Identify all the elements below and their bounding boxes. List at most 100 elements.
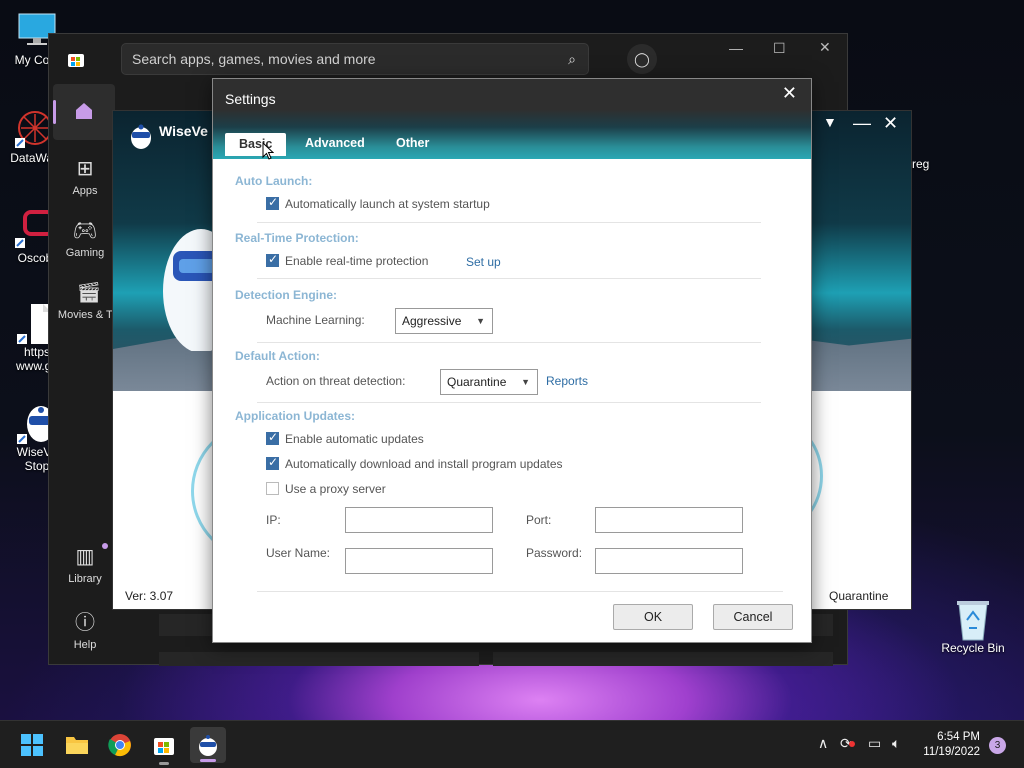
store-taskbar-button[interactable]	[146, 727, 182, 765]
recycle-bin-icon	[953, 598, 993, 641]
running-indicator	[159, 762, 169, 765]
store-search-input[interactable]: Search apps, games, movies and more ⌕	[121, 43, 589, 75]
clock-date: 11/19/2022	[923, 746, 980, 758]
quarantine-link[interactable]: Quarantine	[829, 589, 888, 603]
library-update-dot	[102, 543, 108, 549]
close-icon[interactable]: ✕	[782, 83, 797, 104]
tab-other[interactable]: Other	[396, 136, 429, 150]
wisevector-icon	[199, 735, 217, 756]
library-icon: ▥	[75, 546, 95, 568]
chevron-down-icon: ▼	[476, 316, 485, 326]
store-logo-icon	[67, 50, 85, 71]
chevron-up-icon[interactable]: ∧	[818, 735, 828, 752]
username-input[interactable]	[345, 548, 493, 574]
start-button[interactable]	[14, 727, 50, 763]
chevron-down-icon: ▼	[521, 377, 530, 387]
password-input[interactable]	[595, 548, 743, 574]
store-search-placeholder: Search apps, games, movies and more	[132, 51, 376, 67]
desktop: My Com DataWag Oscob https www.go WiseVe…	[0, 0, 1024, 720]
store-nav-gaming[interactable]: 🎮︎ Gaming	[49, 218, 121, 259]
checkbox-checked-icon[interactable]	[266, 252, 279, 267]
settings-title: Settings	[225, 91, 276, 107]
divider	[257, 591, 783, 592]
cancel-button[interactable]: Cancel	[713, 604, 793, 630]
menu-dropdown-icon[interactable]: ▼	[823, 114, 837, 130]
home-icon	[76, 103, 92, 119]
settings-dialog: Settings ✕ Basic Advanced Other Auto Lau…	[212, 78, 812, 643]
minimize-icon[interactable]: —	[853, 113, 871, 134]
desktop-icon-label: Recycle Bin	[941, 641, 1005, 655]
account-icon[interactable]: ◯	[627, 44, 657, 74]
divider	[257, 342, 761, 343]
section-realtime-protection: Real-Time Protection:	[235, 231, 359, 245]
divider	[257, 278, 761, 279]
ml-select[interactable]: Aggressive ▼	[395, 308, 493, 334]
version-label: Ver: 3.07	[125, 589, 174, 603]
help-icon: ⓘ	[75, 612, 95, 634]
desktop-icon-recycle-bin[interactable]: Recycle Bin	[938, 598, 1008, 655]
divider	[257, 402, 761, 403]
maximize-icon[interactable]: ☐	[773, 40, 786, 57]
section-default-action: Default Action:	[235, 349, 320, 363]
taskbar: ∧ ⟳ ▭ 🔈︎ 6:54 PM 11/19/2022 3	[0, 720, 1024, 768]
clock[interactable]: 6:54 PM 11/19/2022	[923, 730, 980, 760]
network-icon[interactable]: ▭	[868, 735, 881, 752]
port-label: Port:	[526, 513, 552, 527]
section-auto-launch: Auto Launch:	[235, 174, 313, 188]
ip-label: IP:	[266, 513, 281, 527]
search-icon[interactable]: ⌕	[568, 44, 576, 74]
section-application-updates: Application Updates:	[235, 409, 356, 423]
checkbox-checked-icon[interactable]	[266, 430, 279, 445]
store-icon	[154, 738, 174, 755]
wisevector-taskbar-button[interactable]	[190, 727, 226, 763]
close-icon[interactable]: ✕	[883, 113, 898, 134]
auto-update-checkbox[interactable]: Enable automatic updates	[266, 430, 424, 446]
checkbox-checked-icon[interactable]	[266, 195, 279, 210]
username-label: User Name:	[266, 546, 331, 560]
checkbox-unchecked-icon[interactable]	[266, 482, 279, 495]
wisevector-title: WiseVe	[159, 123, 208, 139]
notification-badge[interactable]: 3	[989, 737, 1006, 754]
apps-icon: ⊞	[76, 158, 94, 180]
ip-input[interactable]	[345, 507, 493, 533]
tab-advanced[interactable]: Advanced	[305, 136, 365, 150]
close-icon[interactable]: ✕	[819, 39, 831, 56]
chrome-button[interactable]	[102, 727, 138, 763]
settings-header	[213, 79, 811, 159]
desktop-icon-label-partial: reg	[912, 157, 930, 171]
checkbox-checked-icon[interactable]	[266, 455, 279, 470]
setup-link[interactable]: Set up	[466, 255, 501, 269]
chrome-icon	[108, 734, 131, 757]
store-nav-help[interactable]: ⓘ Help	[49, 606, 121, 651]
action-label: Action on threat detection:	[266, 374, 406, 388]
minimize-icon[interactable]: —	[729, 40, 743, 56]
file-explorer-button[interactable]	[58, 727, 94, 763]
divider	[257, 222, 761, 223]
active-indicator	[200, 759, 216, 762]
section-detection-engine: Detection Engine:	[235, 288, 338, 302]
ok-button[interactable]: OK	[613, 604, 693, 630]
auto-launch-checkbox[interactable]: Automatically launch at system startup	[266, 195, 490, 211]
sync-alert-icon[interactable]: ⟳	[840, 735, 855, 752]
tab-basic[interactable]: Basic	[225, 133, 287, 156]
password-label: Password:	[526, 546, 583, 560]
clock-time: 6:54 PM	[937, 731, 980, 743]
folder-icon	[66, 737, 88, 754]
store-nav-library[interactable]: ▥ Library	[49, 544, 121, 585]
ml-label: Machine Learning:	[266, 313, 365, 327]
proxy-checkbox[interactable]: Use a proxy server	[266, 482, 386, 496]
gamepad-icon: 🎮︎	[72, 220, 98, 242]
windows-icon	[21, 734, 43, 756]
store-content-card	[493, 652, 833, 666]
port-input[interactable]	[595, 507, 743, 533]
realtime-checkbox[interactable]: Enable real-time protection	[266, 252, 428, 268]
auto-download-checkbox[interactable]: Automatically download and install progr…	[266, 455, 563, 471]
wisevector-logo-icon	[129, 123, 153, 152]
volume-icon[interactable]: 🔈︎	[892, 735, 900, 752]
mouse-cursor-icon	[262, 141, 275, 163]
store-nav-home[interactable]	[53, 84, 115, 140]
store-nav-apps[interactable]: ⊞ Apps	[49, 156, 121, 197]
action-select[interactable]: Quarantine ▼	[440, 369, 538, 395]
reports-link[interactable]: Reports	[546, 374, 588, 388]
store-content-card	[159, 652, 479, 666]
